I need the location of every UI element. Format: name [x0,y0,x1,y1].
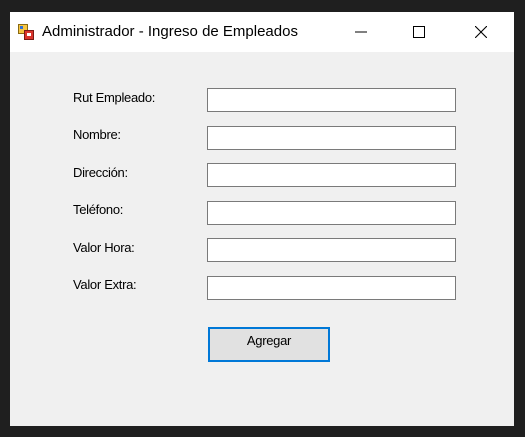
valor-extra-input[interactable] [207,276,456,300]
direccion-input[interactable] [207,163,456,187]
title-bar[interactable]: Administrador - Ingreso de Empleados [10,12,514,52]
telefono-input[interactable] [207,201,456,225]
rut-empleado-label: Rut Empleado: [73,90,156,105]
close-icon [475,26,487,38]
maximize-button[interactable] [390,12,448,52]
maximize-icon [413,26,425,38]
app-window: Administrador - Ingreso de Empleados Rut… [10,12,514,426]
minimize-button[interactable] [332,12,390,52]
direccion-label: Dirección: [73,165,128,180]
valor-extra-label: Valor Extra: [73,277,137,292]
rut-empleado-input[interactable] [207,88,456,112]
window-title: Administrador - Ingreso de Empleados [42,23,298,40]
nombre-input[interactable] [207,126,456,150]
valor-hora-label: Valor Hora: [73,240,135,255]
app-icon [18,24,34,40]
agregar-button[interactable]: Agregar [208,327,330,362]
minimize-icon [355,31,367,33]
valor-hora-input[interactable] [207,238,456,262]
close-button[interactable] [448,12,514,52]
telefono-label: Teléfono: [73,202,124,217]
nombre-label: Nombre: [73,127,121,142]
